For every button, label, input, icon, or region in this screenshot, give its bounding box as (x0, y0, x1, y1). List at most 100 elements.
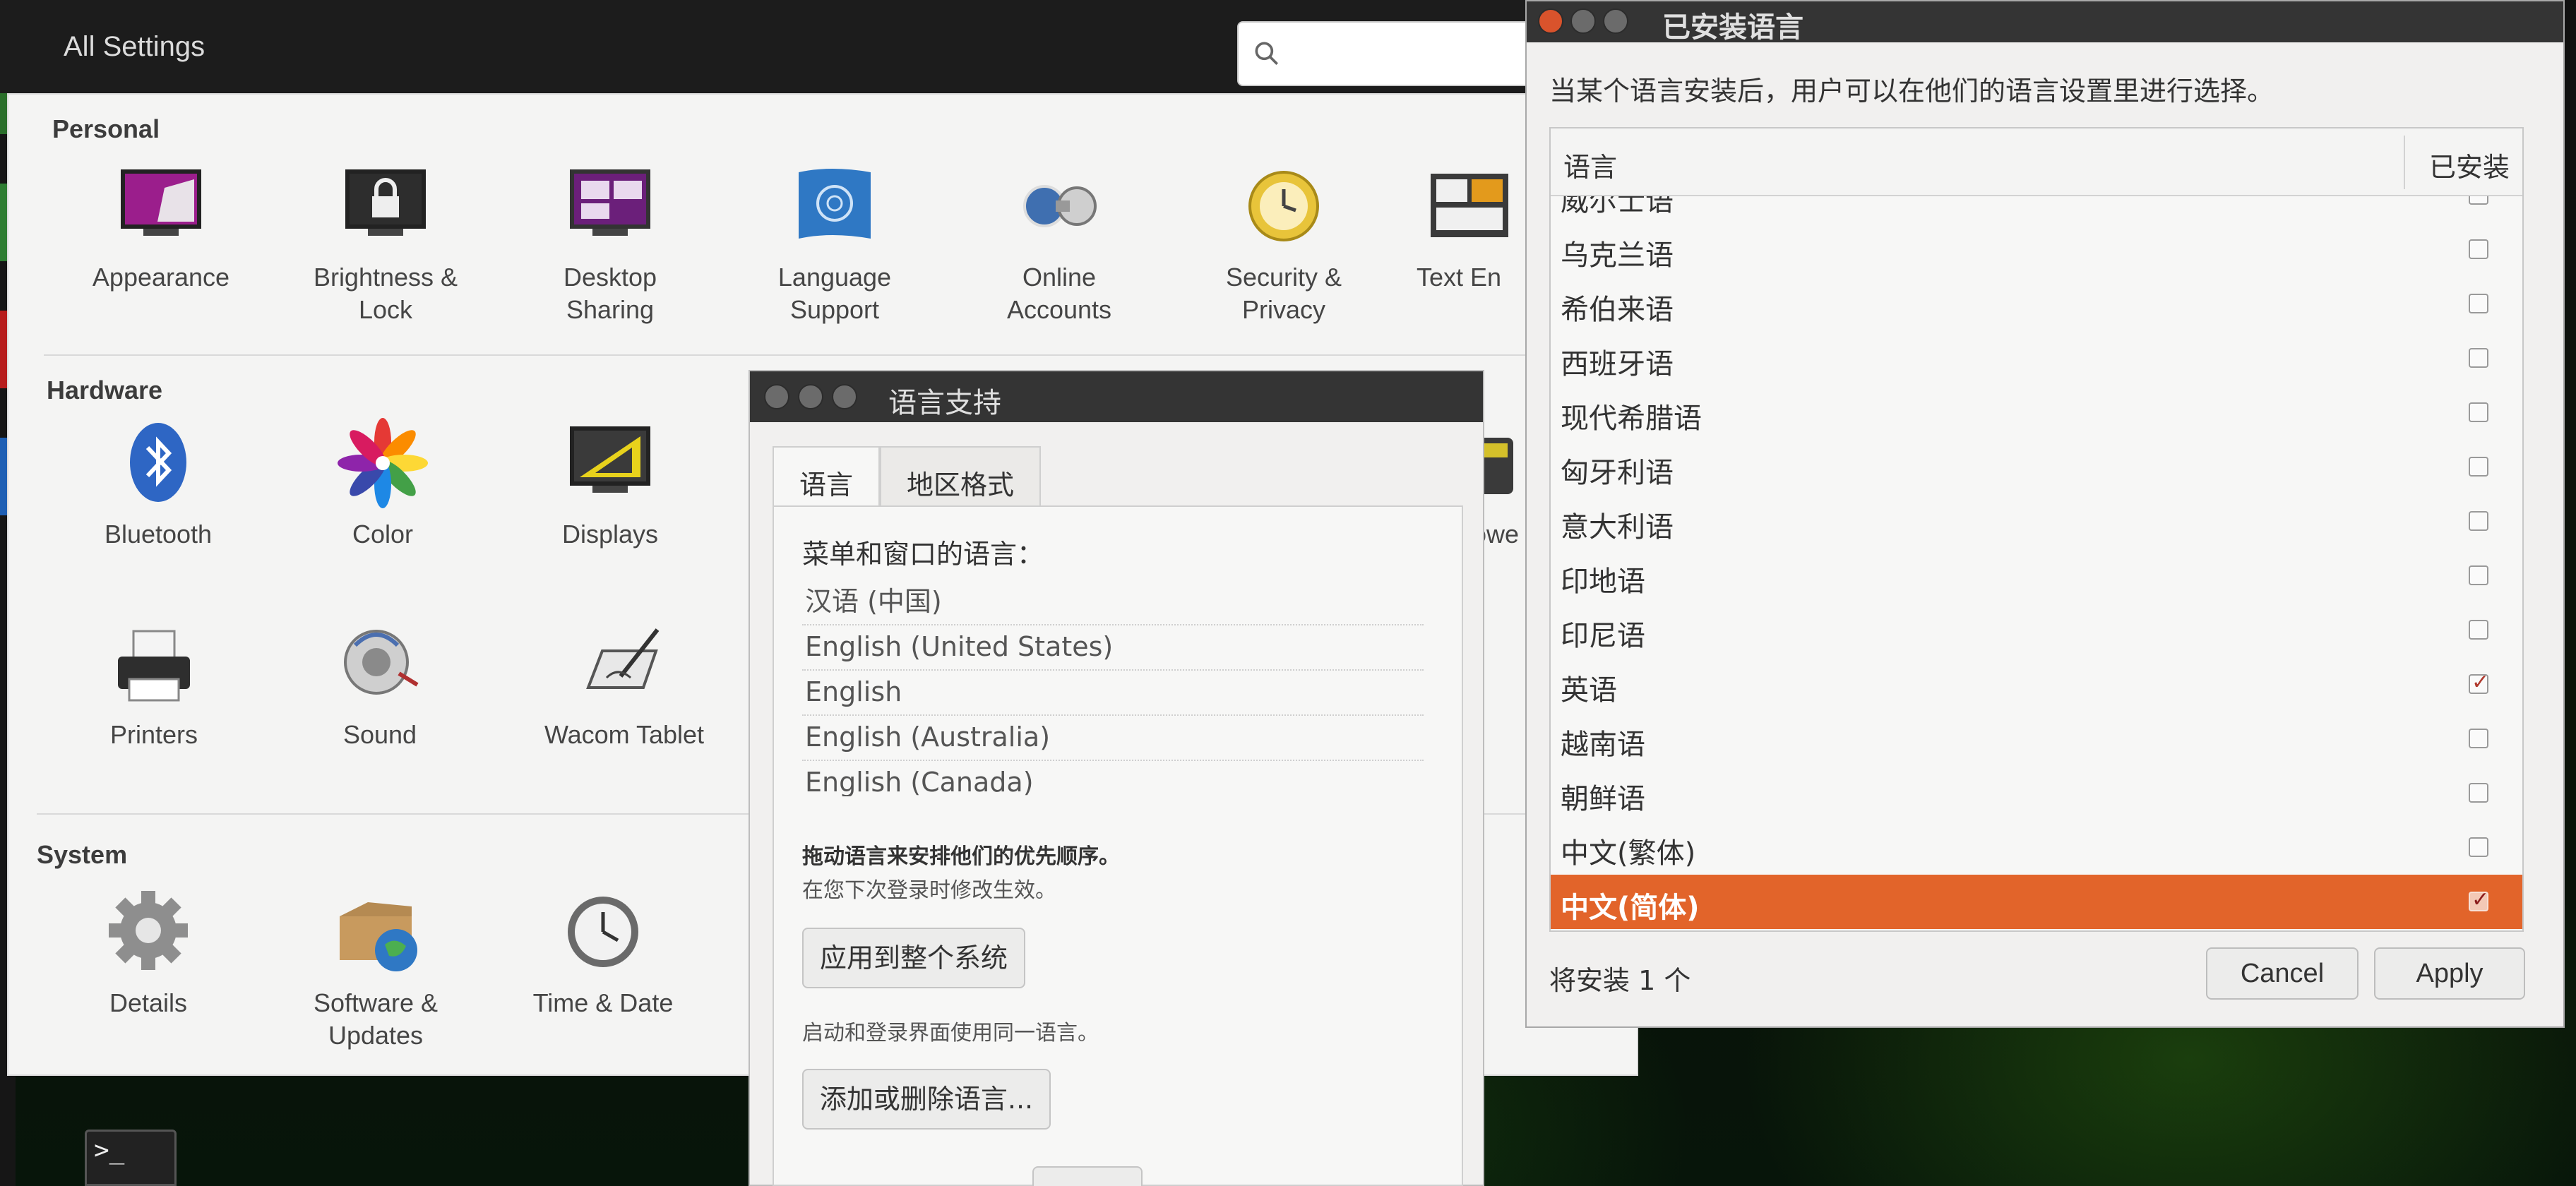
language-support-title: 语言支持 (888, 387, 1001, 419)
language-name: 西班牙语 (1561, 348, 1674, 381)
installed-checkbox[interactable] (2469, 887, 2489, 912)
installed-checkbox[interactable] (2469, 783, 2488, 803)
online-accounts-item[interactable]: Online Accounts (953, 160, 1165, 326)
appearance-item[interactable]: Appearance (55, 160, 267, 294)
language-list-item[interactable]: English (802, 671, 1424, 716)
wacom-tablet-label: Wacom Tablet (544, 720, 705, 749)
language-row[interactable]: 匈牙利语 (1551, 440, 2522, 494)
close-button[interactable] (764, 384, 789, 409)
installed-checkbox[interactable] (2469, 837, 2488, 857)
column-language[interactable]: 语言 (1563, 145, 1617, 184)
details-item[interactable]: Details (42, 885, 254, 1019)
maximize-button[interactable] (832, 384, 857, 409)
installed-checkbox[interactable] (2469, 729, 2488, 748)
installed-checkbox[interactable] (2469, 348, 2488, 368)
installed-checkbox[interactable] (2469, 402, 2488, 422)
language-row[interactable]: 意大利语 (1551, 494, 2522, 549)
desktop-sharing-icon (564, 160, 656, 251)
language-row[interactable]: 印地语 (1551, 549, 2522, 603)
tab-regional-formats[interactable]: 地区格式 (880, 446, 1042, 507)
language-name: 意大利语 (1561, 511, 1674, 544)
text-entry-label: Text En (1417, 263, 1502, 292)
desktop-sharing-item[interactable]: Desktop Sharing (504, 160, 716, 326)
minimize-button[interactable] (798, 384, 823, 409)
wacom-tablet-item[interactable]: Wacom Tablet (504, 617, 744, 751)
displays-item[interactable]: Displays (504, 417, 716, 551)
effect-hint: 在您下次登录时修改生效。 (802, 878, 1056, 903)
language-row[interactable]: 朝鲜语 (1551, 766, 2522, 820)
sound-item[interactable]: Sound (274, 617, 486, 751)
cancel-button[interactable]: Cancel (2206, 947, 2359, 1000)
installed-checkbox[interactable] (2469, 565, 2488, 585)
language-support-window: 语言支持 语言 地区格式 菜单和窗口的语言： 汉语 (中国) English (… (749, 370, 1484, 1186)
language-row[interactable]: 越南语 (1551, 712, 2522, 766)
language-row[interactable]: 中文(繁体) (1551, 820, 2522, 875)
installed-languages-titlebar[interactable]: 已安装语言 (1527, 1, 2563, 44)
clock-icon (557, 885, 649, 977)
online-accounts-icon (1013, 160, 1105, 251)
desktop-sharing-label: Desktop Sharing (563, 263, 657, 324)
install-count-text: 将安装 1 个 (1549, 965, 1691, 996)
tab-language[interactable]: 语言 (773, 446, 881, 507)
security-privacy-item[interactable]: Security & Privacy (1178, 160, 1390, 326)
printers-label: Printers (109, 720, 198, 749)
language-support-item[interactable]: Language Support (729, 160, 941, 326)
section-personal: Personal (52, 114, 160, 143)
language-name: 越南语 (1561, 729, 1645, 761)
brightness-lock-label: Brightness & Lock (313, 263, 458, 324)
language-list-item[interactable]: 汉语 (中国) (802, 580, 1424, 625)
installed-checkbox[interactable] (2469, 294, 2488, 313)
minimize-button[interactable] (1570, 8, 1596, 34)
bluetooth-icon (112, 417, 204, 508)
color-label: Color (352, 520, 414, 549)
installed-languages-title: 已安装语言 (1662, 11, 1803, 44)
sound-label: Sound (342, 720, 417, 749)
add-remove-languages-button[interactable]: 添加或删除语言... (802, 1069, 1051, 1130)
installed-languages-list[interactable]: 威尔士语乌克兰语希伯来语西班牙语现代希腊语匈牙利语意大利语印地语印尼语英语越南语… (1549, 127, 2524, 932)
wacom-tablet-icon (578, 617, 670, 709)
sound-icon (334, 617, 426, 709)
same-language-hint: 启动和登录界面使用同一语言。 (802, 1021, 1099, 1046)
language-support-titlebar[interactable]: 语言支持 (750, 371, 1483, 422)
search-input[interactable] (1237, 21, 1541, 86)
language-list-item[interactable]: English (Canada) (802, 761, 1424, 796)
software-updates-item[interactable]: Software & Updates (270, 885, 482, 1052)
language-name: 印地语 (1561, 565, 1645, 598)
language-name: 匈牙利语 (1561, 457, 1674, 489)
language-row[interactable]: 中文(简体) (1551, 875, 2522, 929)
language-row[interactable]: 西班牙语 (1551, 331, 2522, 385)
color-item[interactable]: Color (277, 417, 489, 551)
column-installed[interactable]: 已安装 (2429, 145, 2510, 184)
installed-checkbox[interactable] (2469, 511, 2488, 531)
language-row[interactable]: 希伯来语 (1551, 277, 2522, 331)
language-support-tabs: 语言 地区格式 (773, 446, 1042, 507)
software-updates-label: Software & Updates (313, 988, 439, 1050)
language-list-item[interactable]: English (Australia) (802, 716, 1424, 761)
language-list-item[interactable]: English (United States) (802, 625, 1424, 671)
apply-button[interactable]: Apply (2374, 947, 2525, 1000)
language-row[interactable]: 英语 (1551, 657, 2522, 712)
installed-checkbox[interactable] (2469, 670, 2489, 695)
installed-checkbox[interactable] (2469, 239, 2488, 259)
security-clock-icon (1238, 160, 1330, 251)
close-button[interactable] (1538, 8, 1563, 34)
bluetooth-label: Bluetooth (104, 520, 213, 549)
displays-label: Displays (561, 520, 659, 549)
brightness-lock-item[interactable]: Brightness & Lock (280, 160, 491, 326)
text-entry-item[interactable]: Text En (1402, 160, 1537, 294)
language-name: 现代希腊语 (1561, 402, 1702, 435)
terminal-icon[interactable]: >_ (85, 1130, 177, 1186)
time-date-item[interactable]: Time & Date (497, 885, 709, 1019)
gear-icon (102, 885, 194, 977)
apply-system-wide-button[interactable]: 应用到整个系统 (802, 928, 1025, 988)
language-tab-body: 菜单和窗口的语言： 汉语 (中国) English (United States… (773, 505, 1463, 1186)
installed-checkbox[interactable] (2469, 620, 2488, 640)
bluetooth-item[interactable]: Bluetooth (52, 417, 264, 551)
installed-checkbox[interactable] (2469, 457, 2488, 477)
keyboard-input-select[interactable] (1032, 1166, 1143, 1186)
language-row[interactable]: 乌克兰语 (1551, 222, 2522, 277)
language-row[interactable]: 印尼语 (1551, 603, 2522, 657)
printers-item[interactable]: Printers (48, 617, 260, 751)
language-row[interactable]: 现代希腊语 (1551, 385, 2522, 440)
maximize-button[interactable] (1603, 8, 1628, 34)
